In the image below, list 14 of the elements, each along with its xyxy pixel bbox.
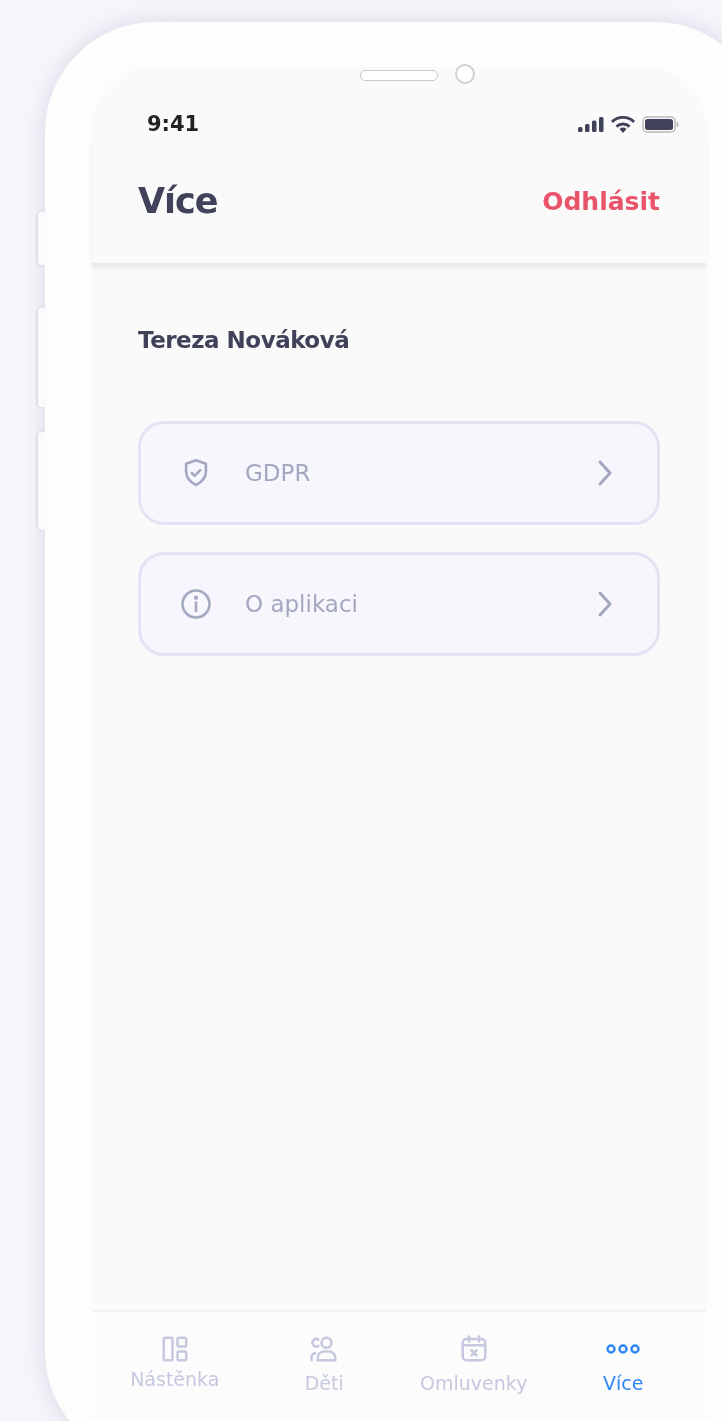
menu-item[interactable]: GDPR — [138, 421, 660, 525]
more-dots-icon — [606, 1343, 641, 1355]
user-name: Tereza Nováková — [138, 327, 351, 353]
battery-icon — [642, 115, 680, 133]
status-time: 9:41 — [147, 112, 200, 136]
chevron-right-icon — [597, 459, 613, 487]
logout-link[interactable]: Odhlásit — [542, 186, 660, 216]
wifi-icon — [611, 115, 635, 133]
tab-item[interactable]: Více — [548, 1312, 698, 1412]
info-icon — [179, 587, 213, 621]
menu-item[interactable]: O aplikaci — [138, 552, 660, 656]
signal-icon — [578, 116, 604, 132]
chevron-right-icon — [597, 590, 613, 618]
page-title: Více — [138, 181, 218, 221]
